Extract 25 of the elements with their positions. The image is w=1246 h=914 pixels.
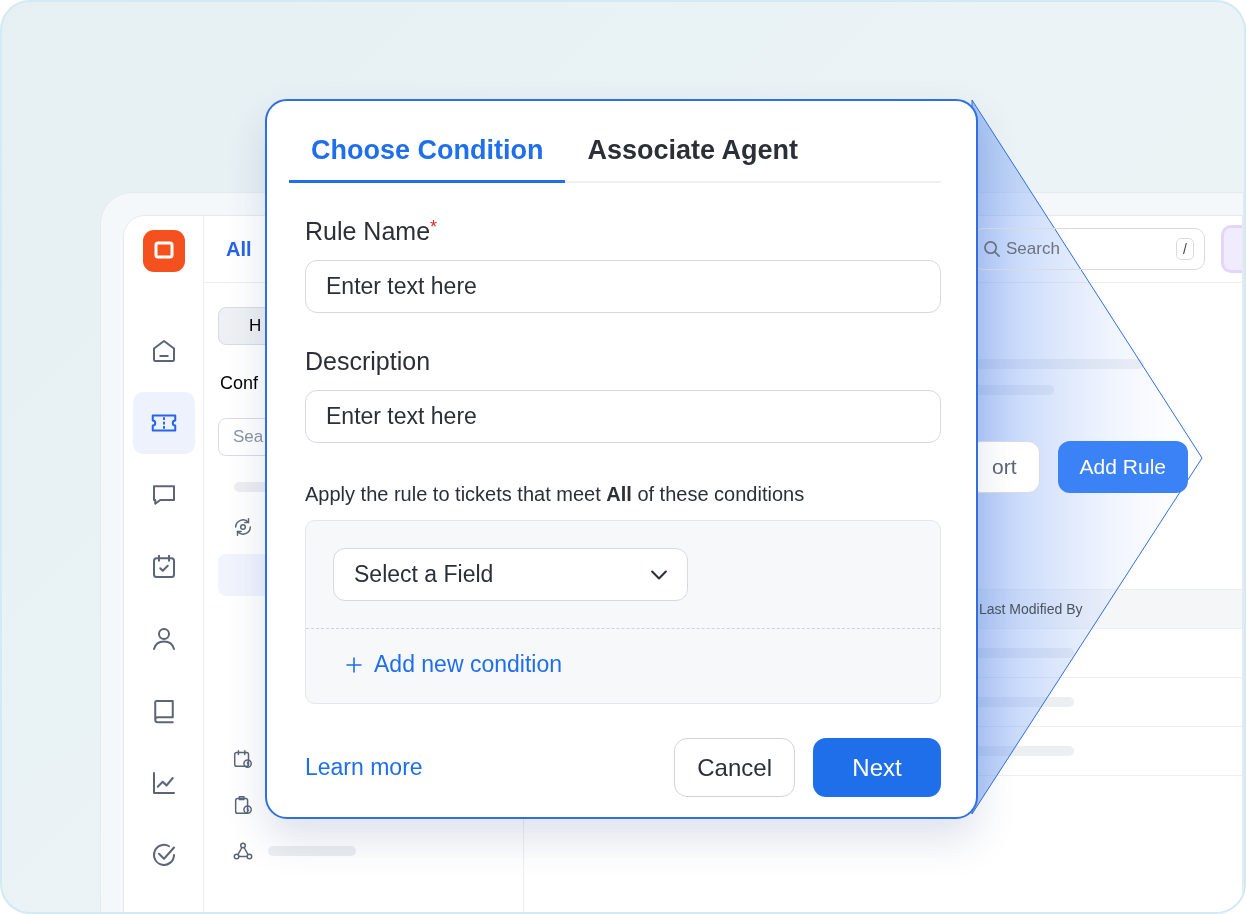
field-dropdown[interactable]: Select a Field: [333, 548, 688, 601]
field-label: Rule Name*: [305, 217, 439, 246]
shortcut-key: /: [1176, 238, 1194, 260]
search-icon: [984, 241, 1000, 257]
calendar-clock-icon: [232, 748, 254, 770]
next-button[interactable]: Next: [813, 738, 941, 797]
panel-heading: Conf: [220, 373, 260, 394]
field-label: Description: [305, 347, 432, 376]
page-title: All: [226, 237, 252, 261]
clipboard-clock-icon: [232, 794, 254, 816]
column-header: Last Modified By: [979, 601, 1083, 617]
text-field[interactable]: Enter text here: [305, 390, 941, 443]
nav-item[interactable]: [132, 392, 195, 454]
text-field[interactable]: Enter text here: [305, 260, 941, 313]
add-rule-button[interactable]: Add Rule: [1057, 441, 1188, 493]
conditions-text: Apply the rule to tickets that meet All of these conditions: [305, 483, 806, 506]
cog-refresh-icon: [232, 516, 254, 538]
cancel-button[interactable]: Cancel: [674, 738, 795, 797]
app-logo: [142, 230, 185, 272]
tab[interactable]: Choose Condition: [289, 127, 566, 183]
learn-more-link[interactable]: Learn more: [305, 754, 657, 781]
add-condition-link[interactable]: Add new condition: [306, 629, 598, 703]
webhook-icon: [232, 840, 254, 862]
tab[interactable]: Associate Agent: [565, 127, 821, 183]
chevron-down-icon: [651, 569, 667, 580]
